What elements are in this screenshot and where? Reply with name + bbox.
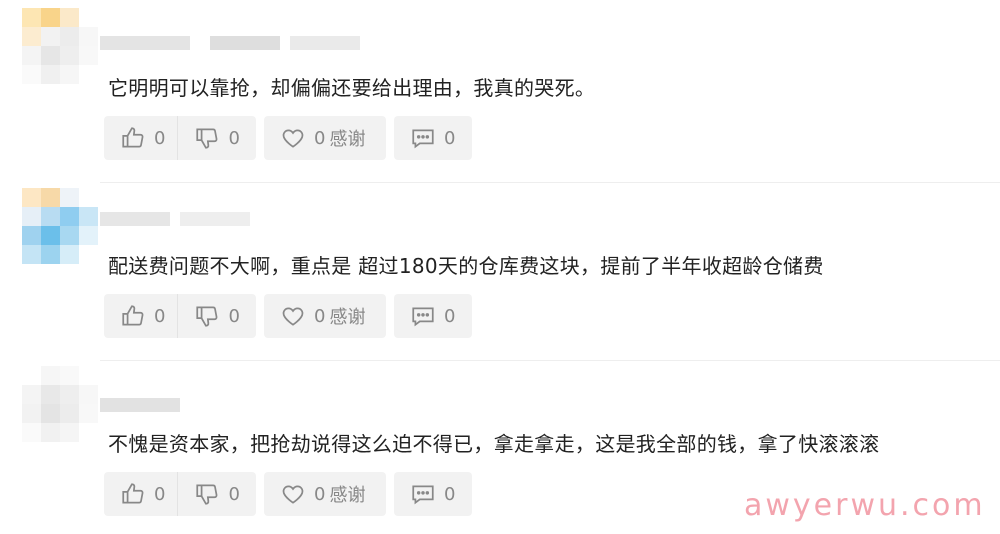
- comment-divider: [100, 182, 1000, 183]
- thumbs-down-icon: [196, 128, 218, 149]
- dislike-button[interactable]: 0: [178, 472, 251, 516]
- reply-count: 0: [444, 483, 456, 505]
- avatar[interactable]: [22, 366, 98, 442]
- thanks-button[interactable]: 0 感谢: [264, 294, 377, 338]
- thanks-label: 感谢: [329, 485, 366, 506]
- like-button[interactable]: 0: [104, 294, 177, 338]
- reply-button[interactable]: 0: [394, 116, 467, 160]
- thanks-button[interactable]: 0 感谢: [264, 116, 377, 160]
- username-blurred[interactable]: [100, 398, 180, 412]
- like-count: 0: [154, 305, 166, 327]
- comment-text: 不愧是资本家，把抢劫说得这么迫不得已，拿走拿走，这是我全部的钱，拿了快滚滚滚: [108, 432, 880, 456]
- thanks-button[interactable]: 0 感谢: [264, 472, 377, 516]
- heart-icon: [282, 485, 304, 504]
- thumbs-up-icon: [122, 483, 144, 504]
- dislike-count: 0: [228, 483, 240, 505]
- avatar[interactable]: [22, 188, 98, 264]
- thanks-label: 感谢: [329, 307, 366, 328]
- thumbs-up-icon: [122, 305, 144, 326]
- like-button[interactable]: 0: [104, 472, 177, 516]
- reply-button[interactable]: 0: [394, 472, 467, 516]
- dislike-count: 0: [228, 305, 240, 327]
- comment-divider: [100, 360, 1000, 361]
- thanks-label: 感谢: [329, 129, 366, 150]
- watermark: awyerwu.com: [744, 488, 986, 523]
- thumbs-up-icon: [122, 127, 144, 148]
- comment-text: 配送费问题不大啊，重点是 超过180天的仓库费这块，提前了半年收超龄仓储费: [108, 254, 824, 278]
- heart-icon: [282, 129, 304, 148]
- dislike-button[interactable]: 0: [178, 294, 251, 338]
- username-blurred[interactable]: [100, 212, 250, 226]
- comment-text: 它明明可以靠抢，却偏偏还要给出理由，我真的哭死。: [108, 76, 596, 100]
- reply-count: 0: [444, 305, 456, 327]
- like-count: 0: [154, 483, 166, 505]
- comment-icon: [412, 129, 434, 149]
- dislike-button[interactable]: 0: [178, 116, 251, 160]
- like-count: 0: [154, 127, 166, 149]
- thanks-count: 0: [314, 483, 326, 505]
- avatar[interactable]: [22, 8, 98, 84]
- thanks-count: 0: [314, 305, 326, 327]
- heart-icon: [282, 307, 304, 326]
- reply-button[interactable]: 0: [394, 294, 467, 338]
- thanks-count: 0: [314, 127, 326, 149]
- thumbs-down-icon: [196, 484, 218, 505]
- dislike-count: 0: [228, 127, 240, 149]
- thumbs-down-icon: [196, 306, 218, 327]
- like-button[interactable]: 0: [104, 116, 177, 160]
- comment-icon: [412, 307, 434, 327]
- reply-count: 0: [444, 127, 456, 149]
- username-blurred[interactable]: [100, 36, 360, 50]
- comment-icon: [412, 485, 434, 505]
